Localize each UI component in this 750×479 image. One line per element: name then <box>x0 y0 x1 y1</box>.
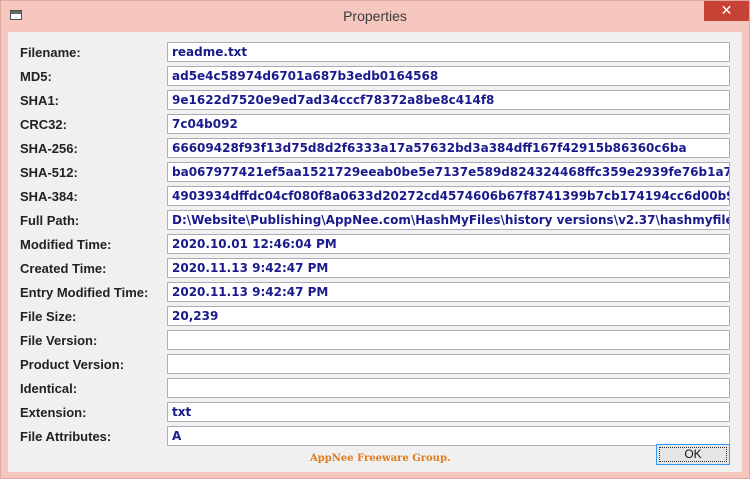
sha1-label: SHA1: <box>20 93 60 108</box>
row-sha512: SHA-512: ba067977421ef5aa1521729eeab0be5… <box>8 162 742 186</box>
extension-field[interactable]: txt <box>167 402 730 422</box>
title-bar[interactable]: Properties ✕ <box>1 1 749 32</box>
identical-field[interactable] <box>167 378 730 398</box>
file-version-label: File Version: <box>20 333 98 348</box>
file-size-field[interactable]: 20,239 <box>167 306 730 326</box>
window-title: Properties <box>343 8 407 24</box>
row-sha384: SHA-384: 4903934dffdc04cf080f8a0633d2027… <box>8 186 742 210</box>
watermark-text: AppNee Freeware Group. <box>310 453 451 464</box>
row-md5: MD5: ad5e4c58974d6701a687b3edb0164568 <box>8 66 742 90</box>
md5-label: MD5: <box>20 69 52 84</box>
row-modified-time: Modified Time: 2020.10.01 12:46:04 PM <box>8 234 742 258</box>
file-attributes-field[interactable]: A <box>167 426 730 446</box>
sha512-field[interactable]: ba067977421ef5aa1521729eeab0be5e7137e589… <box>167 162 730 182</box>
entry-modified-time-field[interactable]: 2020.11.13 9:42:47 PM <box>167 282 730 302</box>
sha384-field[interactable]: 4903934dffdc04cf080f8a0633d20272cd457460… <box>167 186 730 206</box>
row-sha256: SHA-256: 66609428f93f13d75d8d2f6333a17a5… <box>8 138 742 162</box>
file-attributes-label: File Attributes: <box>20 429 112 444</box>
row-sha1: SHA1: 9e1622d7520e9ed7ad34cccf78372a8be8… <box>8 90 742 114</box>
row-entry-modified-time: Entry Modified Time: 2020.11.13 9:42:47 … <box>8 282 742 306</box>
file-version-field[interactable] <box>167 330 730 350</box>
row-crc32: CRC32: 7c04b092 <box>8 114 742 138</box>
product-version-field[interactable] <box>167 354 730 374</box>
row-extension: Extension: txt <box>8 402 742 426</box>
crc32-field[interactable]: 7c04b092 <box>167 114 730 134</box>
full-path-label: Full Path: <box>20 213 80 228</box>
row-file-size: File Size: 20,239 <box>8 306 742 330</box>
sha512-label: SHA-512: <box>20 165 78 180</box>
extension-label: Extension: <box>20 405 87 420</box>
created-time-field[interactable]: 2020.11.13 9:42:47 PM <box>167 258 730 278</box>
file-size-label: File Size: <box>20 309 77 324</box>
row-file-version: File Version: <box>8 330 742 354</box>
modified-time-label: Modified Time: <box>20 237 112 252</box>
row-filename: Filename: readme.txt <box>8 42 742 66</box>
filename-field[interactable]: readme.txt <box>167 42 730 62</box>
entry-modified-time-label: Entry Modified Time: <box>20 285 149 300</box>
properties-window: Properties ✕ Filename: readme.txt MD5: a… <box>0 0 750 479</box>
product-version-label: Product Version: <box>20 357 125 372</box>
full-path-field[interactable]: D:\Website\Publishing\AppNee.com\HashMyF… <box>167 210 730 230</box>
row-file-attributes: File Attributes: A <box>8 426 742 450</box>
properties-panel: Filename: readme.txt MD5: ad5e4c58974d67… <box>8 32 742 472</box>
sha256-field[interactable]: 66609428f93f13d75d8d2f6333a17a57632bd3a3… <box>167 138 730 158</box>
row-created-time: Created Time: 2020.11.13 9:42:47 PM <box>8 258 742 282</box>
sha1-field[interactable]: 9e1622d7520e9ed7ad34cccf78372a8be8c414f8 <box>167 90 730 110</box>
sha384-label: SHA-384: <box>20 189 78 204</box>
row-identical: Identical: <box>8 378 742 402</box>
filename-label: Filename: <box>20 45 81 60</box>
md5-field[interactable]: ad5e4c58974d6701a687b3edb0164568 <box>167 66 730 86</box>
modified-time-field[interactable]: 2020.10.01 12:46:04 PM <box>167 234 730 254</box>
sha256-label: SHA-256: <box>20 141 78 156</box>
created-time-label: Created Time: <box>20 261 107 276</box>
identical-label: Identical: <box>20 381 78 396</box>
ok-button[interactable]: OK <box>656 444 730 465</box>
row-full-path: Full Path: D:\Website\Publishing\AppNee.… <box>8 210 742 234</box>
crc32-label: CRC32: <box>20 117 67 132</box>
row-product-version: Product Version: <box>8 354 742 378</box>
close-icon[interactable]: ✕ <box>704 1 749 21</box>
